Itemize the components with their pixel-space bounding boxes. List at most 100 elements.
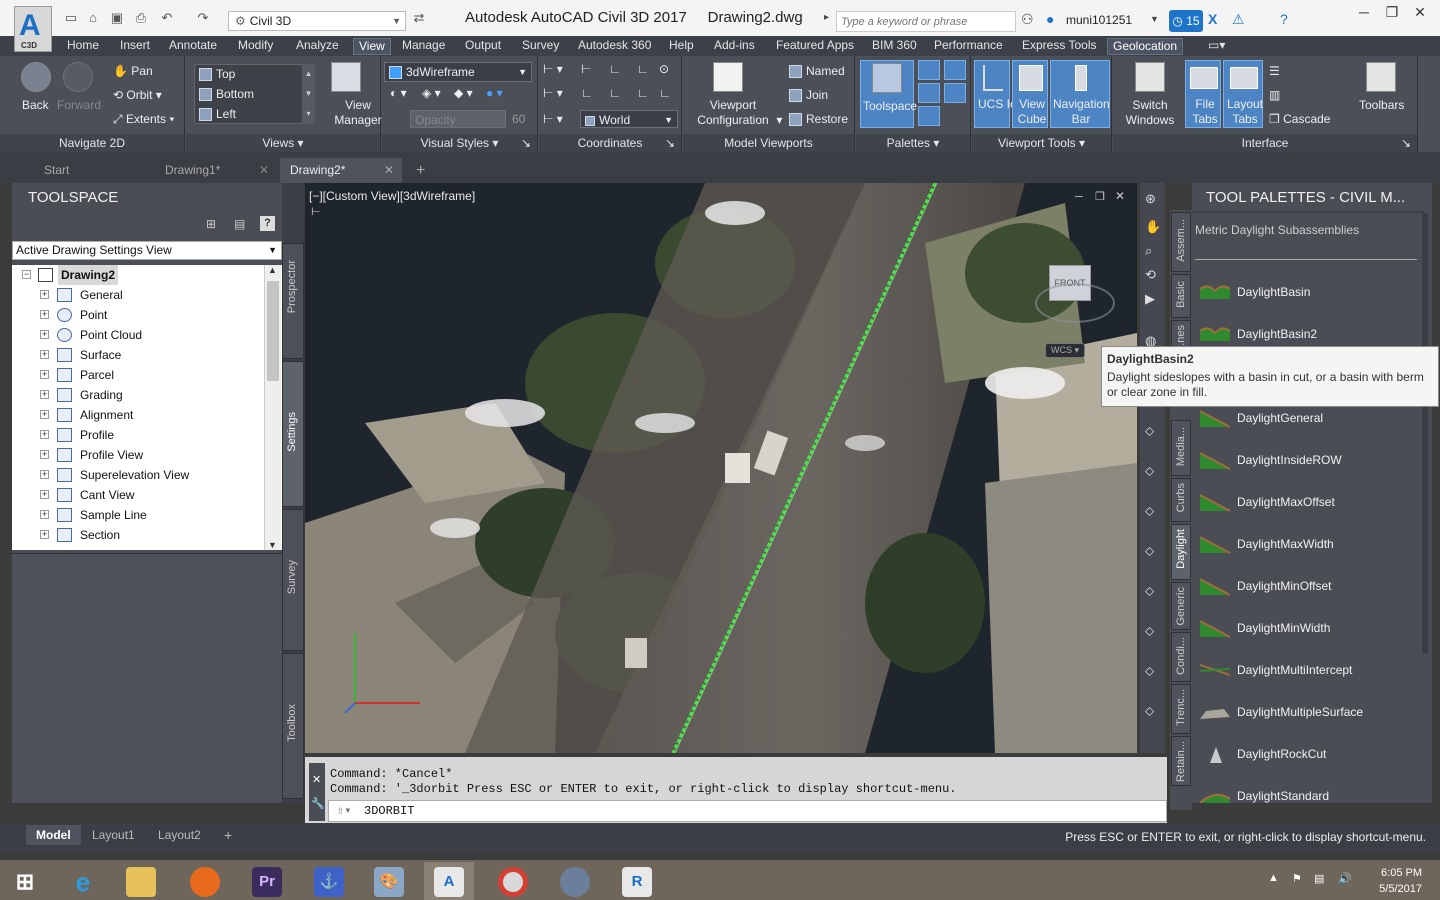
tab-analyze[interactable]: Analyze (296, 38, 339, 52)
join-viewports-button[interactable]: Join (789, 88, 828, 103)
chevron-down-icon[interactable]: ▼ (1150, 14, 1159, 24)
palette-scrollbar[interactable] (1422, 213, 1428, 653)
palette-item-daylightminwidth[interactable]: DaylightMinWidth (1200, 611, 1415, 645)
palette-item-daylightmultiintercept[interactable]: DaylightMultiIntercept (1200, 653, 1415, 687)
close-icon[interactable]: ✕ (312, 773, 321, 786)
dialog-launcher-icon[interactable]: ↘ (665, 134, 675, 152)
open-icon[interactable]: ⌂ (84, 9, 102, 27)
panel-title-views[interactable]: Views ▾ (186, 134, 380, 152)
expand-icon[interactable]: + (40, 470, 49, 479)
ucs-named-icon[interactable]: ∟ (659, 86, 671, 100)
tool-icon-e[interactable]: ⬦ (1145, 583, 1154, 599)
expand-icon[interactable]: + (40, 530, 49, 539)
panel-title-palettes[interactable]: Palettes ▾ (856, 134, 970, 152)
switch-windows-button[interactable]: Switch Windows (1125, 98, 1175, 128)
extents-button[interactable]: ⤢ Extents ▾ (113, 112, 174, 127)
tool-icon-g[interactable]: ⬦ (1145, 663, 1154, 679)
view-manager-icon[interactable] (331, 62, 361, 92)
layout-tab-layout1[interactable]: Layout1 (82, 825, 145, 845)
restore-viewports-button[interactable]: Restore (789, 112, 848, 127)
minimize-button[interactable]: ─ (1350, 4, 1378, 24)
tab-help[interactable]: Help (669, 38, 694, 52)
tool-palettes-icon[interactable] (918, 83, 940, 103)
ucs-origin-icon[interactable]: ⊢ (581, 62, 591, 76)
taskbar-clock[interactable]: 6:05 PM 5/5/2017 (1379, 865, 1422, 897)
taskbar-explorer[interactable] (116, 862, 166, 900)
tab-geolocation[interactable]: Geolocation (1107, 38, 1184, 55)
notification-badge[interactable]: ◷ 15 (1169, 10, 1203, 32)
view-manager-button[interactable]: View Manager (333, 98, 383, 128)
wcs-menu[interactable]: WCS ▾ (1045, 343, 1086, 358)
expand-icon[interactable]: + (40, 350, 49, 359)
taskbar-autocad[interactable]: A (424, 862, 474, 900)
save-icon[interactable]: ▣ (108, 9, 126, 27)
expand-icon[interactable]: + (40, 510, 49, 519)
tab-autodesk-360[interactable]: Autodesk 360 (578, 38, 651, 52)
palette-item-daylightmaxwidth[interactable]: DaylightMaxWidth (1200, 527, 1415, 561)
panel-title-viewport-tools[interactable]: Viewport Tools ▾ (972, 134, 1111, 152)
ucs-dropdown[interactable]: World ▼ (580, 110, 678, 128)
start-button[interactable]: ⊞ (0, 862, 50, 900)
dialog-launcher-icon[interactable]: ↘ (521, 134, 531, 152)
tool-icon-f[interactable]: ⬦ (1145, 623, 1154, 639)
close-button[interactable]: ✕ (1406, 4, 1434, 24)
ucs-z-icon[interactable]: ∟ (637, 86, 649, 100)
list-view-icon[interactable]: ▤ (234, 217, 245, 231)
command-input[interactable]: ⇧▾ 3DORBIT (328, 800, 1167, 822)
tab-express-tools[interactable]: Express Tools (1022, 38, 1096, 52)
ucs-prev-icon[interactable]: ⊢ ▾ (543, 112, 563, 126)
expand-icon[interactable]: + (40, 450, 49, 459)
back-button[interactable]: Back (22, 98, 49, 112)
layout-tab-model[interactable]: Model (26, 825, 81, 845)
file-tab-drawing1[interactable]: Drawing1* ✕ (155, 158, 277, 183)
recent-commands-icon[interactable]: ⇧▾ (337, 801, 351, 821)
tree-root[interactable]: − Drawing2 (12, 265, 264, 285)
palette-tab-curbs[interactable]: Curbs (1171, 478, 1191, 522)
viewport-close-icon[interactable]: ✕ (1115, 189, 1125, 203)
toolbars-button[interactable]: Toolbars (1356, 62, 1408, 128)
workspace-dropdown[interactable]: ⚙ Civil 3D ▼ (228, 11, 406, 31)
viewport-config-button[interactable]: Viewport Configuration ▾ (693, 98, 782, 128)
visual-style-dropdown[interactable]: 3dWireframe ▼ (384, 62, 532, 82)
search-input[interactable] (836, 11, 1016, 32)
close-icon[interactable]: ✕ (259, 158, 269, 183)
tool-icon-h[interactable]: ⬦ (1145, 703, 1154, 719)
tool-icon-d[interactable]: ⬦ (1145, 543, 1154, 559)
ucs-y-icon[interactable]: ∟ (609, 86, 621, 100)
tile-vertical-icon[interactable]: ▥ (1269, 88, 1280, 102)
expand-icon[interactable]: + (40, 390, 49, 399)
palette-tab-medians[interactable]: Media... (1171, 420, 1191, 476)
navigation-bar-toggle[interactable]: Navigation Bar (1050, 60, 1110, 128)
tile-horizontal-icon[interactable]: ☰ (1269, 64, 1280, 78)
tab-annotate[interactable]: Annotate (169, 38, 217, 52)
zoom-icon[interactable]: ⌕ (1145, 243, 1152, 259)
file-tabs-toggle[interactable]: File Tabs (1185, 60, 1221, 128)
ucs-3point-icon[interactable]: ∟ (637, 62, 649, 76)
palette-item-daylightmultiplesurface[interactable]: DaylightMultipleSurface (1200, 695, 1415, 729)
tool-icon-b[interactable]: ⬦ (1145, 463, 1154, 479)
ucs-view-icon[interactable]: ⊢ ▾ (543, 86, 563, 100)
tab-featured-apps[interactable]: Featured Apps (776, 38, 854, 52)
user-name[interactable]: muni101251 (1066, 13, 1132, 27)
tab-home[interactable]: Home (67, 38, 99, 52)
palette-tab-retaining[interactable]: Retain... (1171, 736, 1191, 786)
user-icon[interactable]: ● (1046, 11, 1054, 27)
new-icon[interactable]: ▭ (62, 9, 80, 27)
panel-title-visual-styles[interactable]: Visual Styles ▾ ↘ (382, 134, 537, 152)
sheet-set-icon[interactable] (944, 60, 966, 80)
palette-item-daylightminoffset[interactable]: DaylightMinOffset (1200, 569, 1415, 603)
customize-icon[interactable]: 🔧 (311, 797, 325, 810)
palette-item-daylightstandard[interactable]: DaylightStandard (1200, 779, 1415, 803)
back-icon[interactable] (21, 62, 51, 92)
a360-icon[interactable]: ⚠ (1232, 11, 1245, 28)
viewport-minimize-icon[interactable]: ─ (1075, 191, 1083, 203)
scroll-up-icon[interactable]: ▲ (268, 265, 277, 275)
palette-item-daylightmaxoffset[interactable]: DaylightMaxOffset (1200, 485, 1415, 519)
properties-palette-icon[interactable] (918, 60, 940, 80)
expand-icon[interactable]: + (40, 430, 49, 439)
views-gallery-scroll[interactable]: ▲ ▼ ▾ (302, 64, 315, 124)
tab-insert[interactable]: Insert (120, 38, 150, 52)
dialog-launcher-icon[interactable]: ↘ (1401, 134, 1411, 152)
tree-scroll-thumb[interactable] (267, 281, 279, 381)
palette-tab-assemblies[interactable]: Assem... (1171, 212, 1191, 272)
